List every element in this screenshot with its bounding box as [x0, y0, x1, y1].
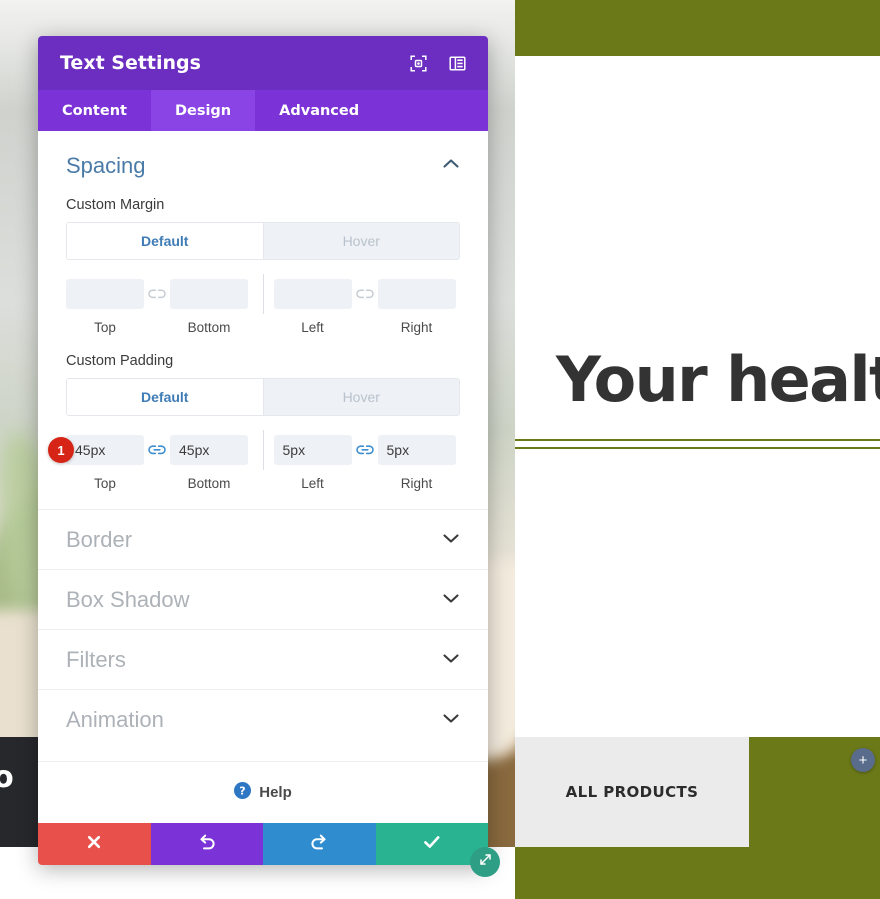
chevron-down-icon[interactable] — [442, 651, 460, 669]
site-dark-band-heading: ck o — [0, 760, 14, 795]
margin-top-input[interactable] — [66, 279, 144, 309]
section-animation-title: Animation — [66, 706, 164, 732]
margin-top-label: Top — [94, 320, 116, 335]
site-divider-rule — [515, 439, 880, 449]
redo-icon — [310, 833, 328, 856]
modal-action-bar — [38, 823, 488, 865]
margin-link-top-bottom-icon[interactable] — [144, 288, 170, 300]
text-settings-modal: Text Settings Content Design Advanced Sp… — [38, 36, 500, 877]
modal-header: Text Settings — [38, 36, 488, 90]
chevron-up-icon[interactable] — [442, 157, 460, 175]
padding-right-label: Right — [400, 476, 433, 491]
modal-body: Spacing Custom Margin Default Hover Top … — [38, 131, 488, 761]
custom-margin-field-labels: Top Bottom Left Right — [66, 320, 460, 335]
section-box-shadow-title: Box Shadow — [66, 586, 190, 612]
svg-text:?: ? — [240, 784, 246, 797]
custom-padding-inputs: 1 — [48, 430, 460, 470]
padding-bottom-label: Bottom — [187, 476, 231, 491]
section-border-title: Border — [66, 526, 133, 552]
close-icon — [86, 834, 102, 855]
padding-link-top-bottom-icon[interactable] — [144, 444, 170, 456]
modal-title: Text Settings — [60, 52, 201, 74]
site-top-bar — [515, 0, 880, 56]
padding-link-left-right-icon[interactable] — [352, 444, 378, 456]
help-label: Help — [259, 784, 292, 801]
all-products-button[interactable]: ALL PRODUCTS — [515, 737, 749, 847]
tab-content[interactable]: Content — [38, 90, 151, 131]
collapsed-sections: Border Box Shadow Filters Animation — [38, 509, 488, 749]
chevron-down-icon[interactable] — [442, 711, 460, 729]
section-filters-title: Filters — [66, 646, 126, 672]
margin-right-label: Right — [400, 320, 433, 335]
undo-button[interactable] — [150, 823, 263, 865]
undo-icon — [198, 833, 216, 856]
spacing-section-title: Spacing — [66, 153, 146, 178]
margin-bottom-label: Bottom — [187, 320, 231, 335]
padding-top-label: Top — [94, 476, 116, 491]
padding-left-input[interactable] — [273, 435, 352, 465]
padding-bottom-input[interactable] — [170, 435, 248, 465]
add-module-button[interactable]: + — [851, 748, 875, 772]
custom-padding-hover-option[interactable]: Hover — [263, 379, 459, 415]
custom-margin-inputs — [66, 274, 460, 314]
margin-link-left-right-icon[interactable] — [352, 288, 378, 300]
all-products-label: ALL PRODUCTS — [565, 783, 699, 801]
resize-diagonal-icon — [478, 852, 493, 872]
spacing-fields: Custom Margin Default Hover Top Bottom L… — [38, 197, 488, 491]
plus-icon: + — [858, 751, 868, 769]
margin-left-label: Left — [301, 320, 324, 335]
layout-panel-icon[interactable] — [449, 55, 466, 72]
site-hero-title: Your health — [556, 343, 880, 416]
page-root: Your health ck o love t ALL PRODUCTS + T… — [0, 0, 880, 899]
custom-margin-state-toggle: Default Hover — [66, 222, 460, 260]
custom-margin-hover-option[interactable]: Hover — [263, 223, 459, 259]
custom-margin-label: Custom Margin — [66, 197, 165, 213]
section-box-shadow[interactable]: Box Shadow — [38, 569, 488, 629]
padding-divider — [262, 430, 264, 470]
section-animation[interactable]: Animation — [38, 689, 488, 749]
checkmark-icon — [423, 834, 441, 855]
focus-target-icon[interactable] — [410, 54, 427, 72]
help-bar[interactable]: ? Help — [38, 761, 488, 823]
custom-margin-default-option[interactable]: Default — [67, 223, 264, 259]
padding-top-input[interactable] — [66, 435, 144, 465]
chevron-down-icon[interactable] — [442, 531, 460, 549]
tab-design[interactable]: Design — [150, 90, 256, 131]
modal-tabs: Content Design Advanced — [38, 90, 488, 131]
spacing-section-header[interactable]: Spacing — [38, 131, 488, 187]
step-badge-1: 1 — [48, 437, 74, 463]
site-body-area — [515, 449, 880, 737]
modal-resize-handle[interactable] — [470, 847, 500, 877]
custom-padding-state-toggle: Default Hover — [66, 378, 460, 416]
tab-advanced[interactable]: Advanced — [255, 90, 383, 131]
custom-padding-field-labels: Top Bottom Left Right — [66, 476, 460, 491]
margin-divider — [262, 274, 264, 314]
section-filters[interactable]: Filters — [38, 629, 488, 689]
margin-left-input[interactable] — [273, 279, 352, 309]
section-border[interactable]: Border — [38, 509, 488, 569]
cancel-button[interactable] — [38, 823, 151, 865]
margin-bottom-input[interactable] — [170, 279, 248, 309]
redo-button[interactable] — [263, 823, 376, 865]
custom-padding-default-option[interactable]: Default — [67, 379, 264, 415]
margin-right-input[interactable] — [377, 279, 456, 309]
padding-left-label: Left — [301, 476, 324, 491]
padding-right-input[interactable] — [377, 435, 456, 465]
custom-padding-label: Custom Padding — [66, 353, 174, 369]
question-circle-icon: ? — [234, 781, 252, 804]
chevron-down-icon[interactable] — [442, 591, 460, 609]
modal-header-icons — [410, 54, 466, 72]
